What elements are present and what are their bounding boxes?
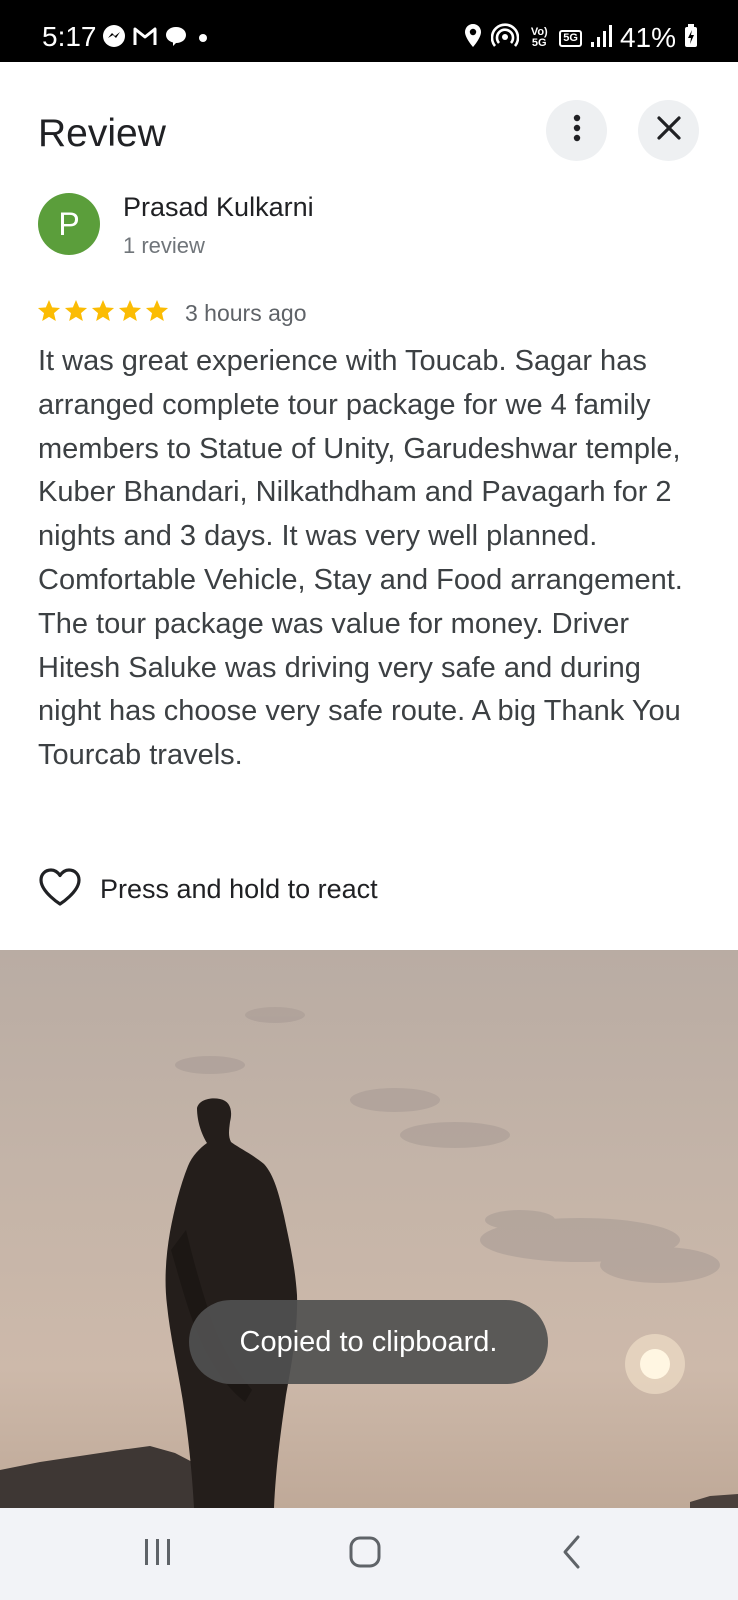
far-hill-shape xyxy=(690,1494,738,1508)
status-bar: 5:17 Vo) 5G 5G 41% xyxy=(0,0,738,62)
more-vert-icon xyxy=(573,114,581,147)
system-icons: Vo) 5G 5G 41% xyxy=(463,22,698,54)
gmail-icon xyxy=(132,25,158,52)
home-button[interactable] xyxy=(335,1528,395,1580)
notification-icons xyxy=(102,24,212,52)
avatar-initial: P xyxy=(58,205,80,242)
review-photo[interactable] xyxy=(0,950,738,1508)
signal-icon xyxy=(590,24,612,53)
back-icon xyxy=(559,1534,585,1575)
review-text: It was great experience with Toucab. Sag… xyxy=(38,345,683,772)
review-time: 3 hours ago xyxy=(185,300,307,326)
back-button[interactable] xyxy=(542,1528,602,1580)
star-icon xyxy=(144,298,170,329)
hotspot-icon xyxy=(490,22,520,54)
sun-shape xyxy=(625,1334,685,1394)
navigation-bar xyxy=(0,1508,738,1600)
close-icon xyxy=(656,115,682,146)
status-time: 5:17 xyxy=(42,21,97,52)
react-button[interactable]: Press and hold to react xyxy=(38,866,378,912)
page-title: Review xyxy=(38,112,166,155)
more-options-button[interactable] xyxy=(546,100,607,161)
star-icon xyxy=(117,298,143,329)
battery-percent: 41% xyxy=(619,22,676,53)
dot-icon xyxy=(194,24,212,53)
star-rating xyxy=(36,298,170,329)
heart-outline-icon xyxy=(38,867,82,912)
close-button[interactable] xyxy=(638,100,699,161)
reviewer-review-count: 1 review xyxy=(123,233,205,258)
star-icon xyxy=(90,298,116,329)
react-label: Press and hold to react xyxy=(100,873,378,904)
toast-message: Copied to clipboard. xyxy=(189,1300,548,1384)
chat-bubble-icon xyxy=(164,24,188,53)
5g-icon: 5G xyxy=(559,29,582,47)
volte-icon: Vo) 5G xyxy=(530,26,548,49)
star-icon xyxy=(36,298,62,329)
avatar[interactable]: P xyxy=(38,193,100,255)
reviewer-name[interactable]: Prasad Kulkarni xyxy=(123,190,314,224)
messenger-icon xyxy=(102,24,126,53)
star-icon xyxy=(63,298,89,329)
recent-apps-button[interactable] xyxy=(128,1528,188,1580)
home-icon xyxy=(348,1535,382,1574)
recent-apps-icon xyxy=(142,1536,174,1573)
location-icon xyxy=(463,23,483,54)
5g-label: 5G xyxy=(563,31,578,44)
battery-charging-icon xyxy=(684,23,698,53)
